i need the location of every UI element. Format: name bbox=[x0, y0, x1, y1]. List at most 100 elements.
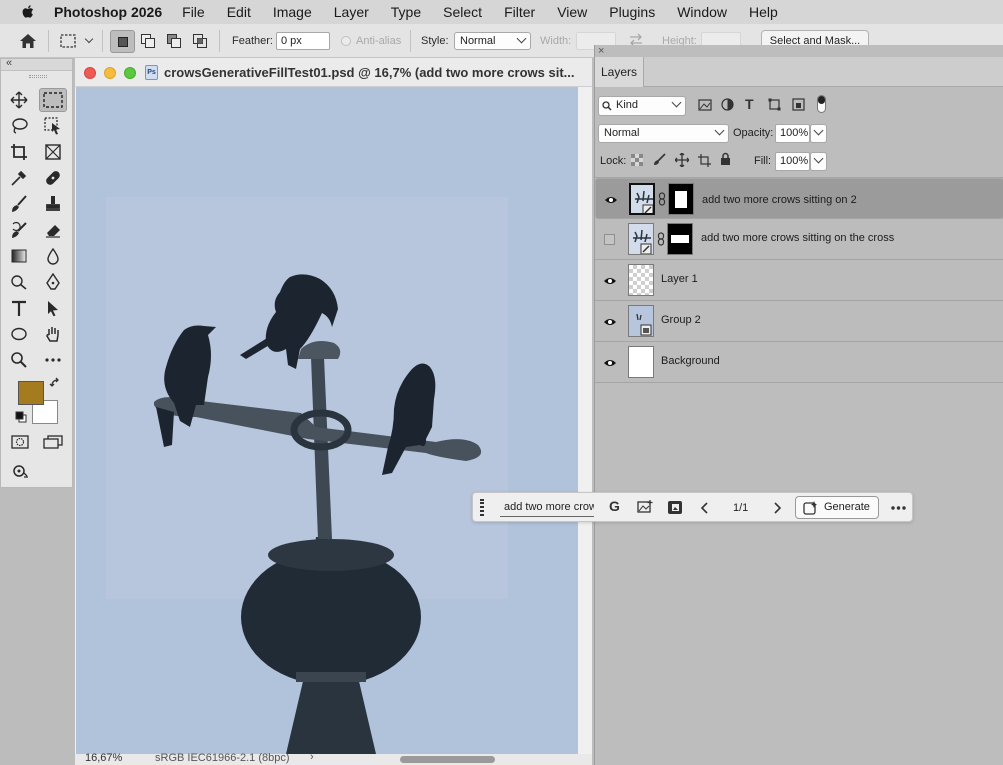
layer-row[interactable]: add two more crows sitting on 2 bbox=[595, 178, 1003, 219]
prompt-input[interactable]: add two more crows sitting on the cross bbox=[500, 499, 594, 517]
menu-window[interactable]: Window bbox=[677, 4, 727, 20]
menu-view[interactable]: View bbox=[557, 4, 587, 20]
foreground-color-swatch[interactable] bbox=[18, 381, 44, 405]
healing-brush-tool[interactable] bbox=[41, 167, 65, 189]
path-selection-tool[interactable] bbox=[41, 297, 65, 319]
object-selection-tool[interactable] bbox=[41, 115, 65, 137]
filter-type-icon[interactable]: T bbox=[745, 96, 754, 112]
eye-icon[interactable] bbox=[603, 274, 617, 288]
feather-input[interactable]: 0 px bbox=[276, 32, 330, 50]
drag-handle-icon[interactable] bbox=[480, 499, 484, 516]
menu-select[interactable]: Select bbox=[443, 4, 482, 20]
antialias-checkbox[interactable] bbox=[341, 36, 351, 46]
more-tools-button[interactable] bbox=[41, 349, 65, 371]
layer-row[interactable]: Layer 1 bbox=[595, 260, 1003, 301]
canvas[interactable] bbox=[76, 87, 578, 754]
filter-smart-object-icon[interactable] bbox=[792, 98, 805, 111]
lock-pixels-icon[interactable] bbox=[653, 153, 666, 166]
grip-icon[interactable] bbox=[29, 75, 47, 78]
menu-image[interactable]: Image bbox=[273, 4, 312, 20]
clone-stamp-tool[interactable] bbox=[41, 193, 65, 215]
layer-name[interactable]: Layer 1 bbox=[661, 273, 698, 285]
layer-name[interactable]: add two more crows sitting on the cross bbox=[701, 232, 894, 244]
history-brush-tool[interactable] bbox=[7, 219, 31, 241]
intersect-selection-icon[interactable] bbox=[192, 33, 208, 49]
collapse-icon[interactable]: « bbox=[6, 57, 12, 69]
layer-thumbnail[interactable] bbox=[628, 346, 654, 378]
minimize-window-button[interactable] bbox=[104, 67, 116, 79]
google-model-icon[interactable]: G bbox=[609, 498, 620, 514]
filter-shape-icon[interactable] bbox=[768, 98, 781, 111]
close-panel-icon[interactable]: × bbox=[598, 45, 604, 57]
variations-icon[interactable] bbox=[667, 500, 683, 515]
layer-name[interactable]: Background bbox=[661, 355, 720, 367]
eyedropper-tool[interactable] bbox=[7, 167, 31, 189]
more-options-icon[interactable] bbox=[891, 506, 906, 510]
horizontal-scrollbar-thumb[interactable] bbox=[400, 756, 495, 763]
close-window-button[interactable] bbox=[84, 67, 96, 79]
menu-plugins[interactable]: Plugins bbox=[609, 4, 655, 20]
screen-mode-icon[interactable] bbox=[43, 435, 63, 449]
mask-thumbnail[interactable] bbox=[667, 223, 693, 255]
maximize-window-button[interactable] bbox=[124, 67, 136, 79]
move-tool[interactable] bbox=[7, 89, 31, 111]
link-icon[interactable] bbox=[658, 192, 666, 206]
status-chevron-icon[interactable]: › bbox=[310, 751, 314, 763]
layer-thumbnail[interactable] bbox=[628, 305, 654, 337]
ellipse-tool[interactable] bbox=[7, 323, 31, 345]
layer-row[interactable]: Group 2 bbox=[595, 301, 1003, 342]
next-variation-icon[interactable] bbox=[773, 502, 781, 514]
opacity-dropdown[interactable] bbox=[810, 124, 827, 143]
brush-tool[interactable] bbox=[7, 193, 31, 215]
menu-layer[interactable]: Layer bbox=[334, 4, 369, 20]
apple-logo-icon[interactable] bbox=[19, 3, 37, 21]
eye-icon[interactable] bbox=[603, 356, 617, 370]
menu-help[interactable]: Help bbox=[749, 4, 778, 20]
tab-layers[interactable]: Layers bbox=[595, 57, 644, 87]
layer-row[interactable]: Background bbox=[595, 342, 1003, 383]
layer-name[interactable]: add two more crows sitting on 2 bbox=[702, 192, 857, 208]
menu-type[interactable]: Type bbox=[391, 4, 421, 20]
layer-name[interactable]: Group 2 bbox=[661, 314, 701, 326]
style-select[interactable]: Normal bbox=[454, 32, 531, 50]
zoom-tool[interactable] bbox=[7, 349, 31, 371]
zoom-level[interactable]: 16,67% bbox=[85, 752, 122, 764]
filter-adjustment-icon[interactable] bbox=[721, 98, 734, 111]
blend-mode-select[interactable]: Normal bbox=[598, 124, 729, 143]
menu-filter[interactable]: Filter bbox=[504, 4, 535, 20]
app-name-menu[interactable]: Photoshop 2026 bbox=[54, 4, 162, 20]
eye-icon[interactable] bbox=[604, 193, 618, 207]
layer-row[interactable]: add two more crows sitting on the cross bbox=[595, 219, 1003, 260]
filter-toggle-switch[interactable] bbox=[817, 95, 826, 113]
chevron-down-icon[interactable] bbox=[84, 34, 94, 44]
subtract-selection-icon[interactable] bbox=[166, 33, 182, 49]
gradient-tool[interactable] bbox=[7, 245, 31, 267]
lock-position-icon[interactable] bbox=[675, 153, 689, 167]
layer-filter-select[interactable]: Kind bbox=[598, 96, 686, 116]
link-icon[interactable] bbox=[657, 232, 665, 246]
fill-input[interactable]: 100% bbox=[775, 152, 810, 171]
lock-artboard-icon[interactable] bbox=[698, 154, 711, 167]
lock-transparent-icon[interactable] bbox=[631, 154, 643, 166]
rect-marquee-preset-icon[interactable] bbox=[60, 34, 76, 48]
opacity-input[interactable]: 100% bbox=[775, 124, 810, 143]
type-tool[interactable] bbox=[7, 297, 31, 319]
layer-thumbnail[interactable] bbox=[628, 264, 654, 296]
crop-tool[interactable] bbox=[7, 141, 31, 163]
lasso-tool[interactable] bbox=[7, 115, 31, 137]
frame-tool[interactable] bbox=[41, 141, 65, 163]
visibility-checkbox[interactable] bbox=[604, 234, 615, 245]
document-titlebar[interactable]: Ps crowsGenerativeFillTest01.psd @ 16,7%… bbox=[75, 58, 592, 87]
blur-tool[interactable] bbox=[41, 245, 65, 267]
menu-file[interactable]: File bbox=[182, 4, 205, 20]
filter-pixel-icon[interactable] bbox=[698, 99, 712, 111]
eye-icon[interactable] bbox=[603, 315, 617, 329]
toolbox-header[interactable]: « bbox=[1, 57, 72, 71]
previous-variation-icon[interactable] bbox=[701, 502, 709, 514]
edit-toolbar-icon[interactable] bbox=[11, 463, 29, 479]
fill-dropdown[interactable] bbox=[810, 152, 827, 171]
layer-thumbnail[interactable] bbox=[628, 223, 654, 255]
default-colors-icon[interactable] bbox=[15, 411, 27, 423]
layer-thumbnail[interactable] bbox=[629, 183, 655, 215]
new-selection-button[interactable] bbox=[110, 30, 135, 53]
